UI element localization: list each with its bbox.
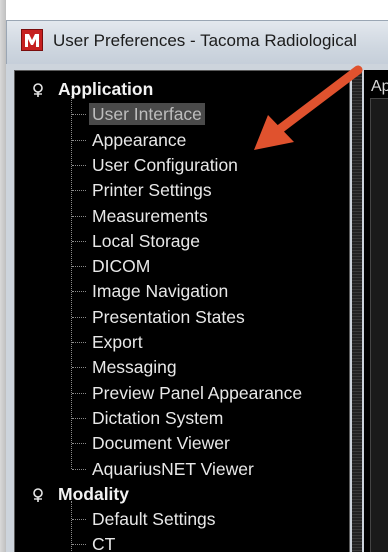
- tree-vertical-connector: [71, 96, 72, 469]
- tree-connector: [72, 190, 86, 192]
- tree-item-messaging[interactable]: Messaging: [15, 356, 345, 378]
- tree-connector: [72, 266, 86, 268]
- tree-item-measurements[interactable]: Measurements: [15, 205, 345, 227]
- preferences-tree-panel[interactable]: Application User Interface Appearance User …: [14, 70, 350, 552]
- preferences-tree: Application User Interface Appearance User …: [15, 71, 351, 552]
- panel-splitter[interactable]: [352, 70, 362, 552]
- tree-item-default-settings[interactable]: Default Settings: [15, 508, 345, 530]
- tree-item-label: Document Viewer: [92, 433, 230, 454]
- tree-connector: [72, 342, 86, 343]
- settings-panel-content: [370, 98, 388, 552]
- tree-connector: [72, 114, 86, 116]
- radiology-app-icon: [21, 29, 43, 51]
- tree-item-ct[interactable]: CT: [15, 533, 345, 552]
- tree-group-label: Modality: [58, 483, 129, 504]
- tree-item-label: Local Storage: [92, 230, 200, 251]
- tree-item-label: Measurements: [92, 205, 208, 226]
- tree-item-user-configuration[interactable]: User Configuration: [15, 154, 345, 176]
- tree-connector: [72, 316, 86, 318]
- pushpin-expander-icon[interactable]: [31, 81, 47, 97]
- tree-item-label: Dictation System: [92, 407, 224, 428]
- settings-panel-title: Ap: [371, 78, 388, 95]
- tree-connector: [72, 215, 86, 217]
- tree-item-document-viewer[interactable]: Document Viewer: [15, 432, 345, 454]
- tree-connector: [72, 443, 86, 445]
- tree-item-dictation-system[interactable]: Dictation System: [15, 407, 345, 429]
- tree-group-label: Application: [58, 79, 154, 99]
- tree-item-label: CT: [92, 534, 116, 552]
- settings-panel: Ap: [364, 70, 388, 552]
- tree-item-dicom[interactable]: DICOM: [15, 255, 345, 277]
- tree-item-label: DICOM: [92, 256, 151, 277]
- tree-item-printer-settings[interactable]: Printer Settings: [15, 179, 345, 201]
- tree-connector: [72, 139, 86, 141]
- tree-connector: [72, 367, 86, 369]
- tree-item-preview-panel-appearance[interactable]: Preview Panel Appearance: [15, 382, 345, 404]
- tree-item-label: User Configuration: [92, 154, 238, 175]
- tree-item-presentation-states[interactable]: Presentation States: [15, 306, 345, 328]
- tree-item-label: AquariusNET Viewer: [92, 458, 254, 479]
- tree-group-modality[interactable]: Modality: [15, 483, 345, 505]
- tree-item-label: User Interface: [89, 103, 205, 126]
- tree-connector: [72, 392, 86, 394]
- tree-connector: [72, 291, 86, 293]
- tree-connector: [72, 240, 86, 242]
- tree-item-label: Image Navigation: [92, 281, 229, 302]
- tree-vertical-connector: [71, 500, 72, 552]
- tree-item-label: Printer Settings: [92, 180, 212, 201]
- tree-item-label: Preview Panel Appearance: [92, 382, 303, 403]
- tree-item-user-interface[interactable]: User Interface: [15, 103, 345, 126]
- tree-item-local-storage[interactable]: Local Storage: [15, 230, 345, 252]
- tree-item-export[interactable]: Export: [15, 331, 345, 353]
- tree-item-label: Default Settings: [92, 509, 216, 530]
- tree-item-label: Presentation States: [92, 306, 245, 327]
- tree-connector: [72, 468, 86, 470]
- tree-item-label: Export: [92, 332, 143, 352]
- pushpin-expander-icon[interactable]: [31, 486, 47, 502]
- window-title: User Preferences - Tacoma Radiological: [53, 31, 357, 50]
- tree-connector: [72, 544, 86, 546]
- tree-connector: [72, 519, 86, 521]
- tree-item-appearance[interactable]: Appearance: [15, 129, 345, 151]
- tree-item-aquariusnet-viewer[interactable]: AquariusNET Viewer: [15, 458, 345, 480]
- tree-item-label: Appearance: [92, 129, 187, 150]
- screenshot-frame: User Preferences - Tacoma Radiological A…: [0, 0, 388, 552]
- tree-connector: [72, 417, 86, 419]
- tree-connector: [72, 164, 86, 166]
- tree-group-application[interactable]: Application: [15, 78, 345, 100]
- window-titlebar[interactable]: User Preferences - Tacoma Radiological: [6, 20, 388, 65]
- tree-item-image-navigation[interactable]: Image Navigation: [15, 280, 345, 302]
- tree-item-label: Messaging: [92, 357, 177, 378]
